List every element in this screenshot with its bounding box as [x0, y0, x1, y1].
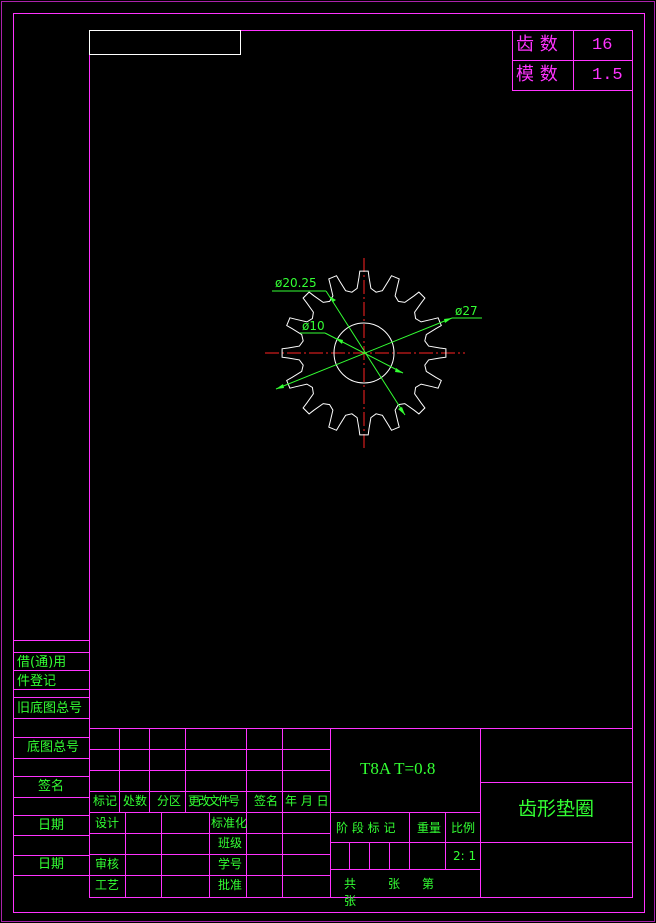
rev-header-doc-no: 更改文件号	[188, 794, 240, 808]
borrow-register-line1: 借(通)用	[17, 655, 67, 670]
outer-border	[1, 1, 655, 922]
date-label-1: 日期	[38, 818, 65, 833]
review-label: 审核	[95, 857, 120, 871]
stage-mark-label: 阶 段 标 记	[336, 821, 396, 835]
drawing-sheet	[1, 1, 655, 922]
outer-diameter-label: ø27	[455, 304, 478, 318]
base-drawing-no: 底图总号	[27, 740, 80, 755]
scale-value: 2: 1	[453, 849, 477, 863]
teeth-count-value: 16	[592, 36, 613, 55]
sheets-total-label: 共	[344, 877, 357, 891]
borrow-register-line2: 件登记	[17, 674, 57, 689]
root-diameter-label: ø20.25	[275, 276, 317, 290]
signature-label: 签名	[38, 779, 65, 794]
bore-diameter-label: ø10	[302, 319, 325, 333]
top-left-code-box	[89, 30, 241, 55]
date-label-2: 日期	[38, 857, 65, 872]
weight-label: 重量	[417, 821, 442, 835]
rev-header-count: 处数	[123, 794, 148, 808]
module-label: 模 数	[516, 64, 558, 85]
old-base-drawing-no: 旧底图总号	[17, 701, 83, 716]
drawing-frame	[13, 13, 645, 913]
sheets-zhang-label: 张	[388, 877, 401, 891]
sheets-di-label: 第	[422, 877, 435, 891]
standardization-label: 标准化	[211, 816, 248, 830]
rev-header-date: 年 月 日	[285, 794, 329, 808]
student-id-label: 学号	[218, 857, 243, 871]
sheets-zhang2-label: 张	[344, 894, 357, 908]
process-label: 工艺	[95, 878, 120, 892]
design-label: 设计	[95, 816, 120, 830]
material-thickness: T8A T=0.8	[360, 759, 436, 778]
scale-label: 比例	[451, 821, 476, 835]
teeth-count-label: 齿 数	[516, 34, 558, 55]
rev-header-zone: 分区	[157, 794, 182, 808]
part-name: 齿形垫圈	[518, 798, 595, 820]
class-label: 班级	[218, 836, 243, 850]
rev-header-mark: 标记	[93, 794, 118, 808]
rev-header-sign: 签名	[254, 794, 279, 808]
module-value: 1.5	[592, 66, 623, 85]
frame-lines	[1, 1, 655, 922]
approve-label: 批准	[218, 878, 243, 892]
